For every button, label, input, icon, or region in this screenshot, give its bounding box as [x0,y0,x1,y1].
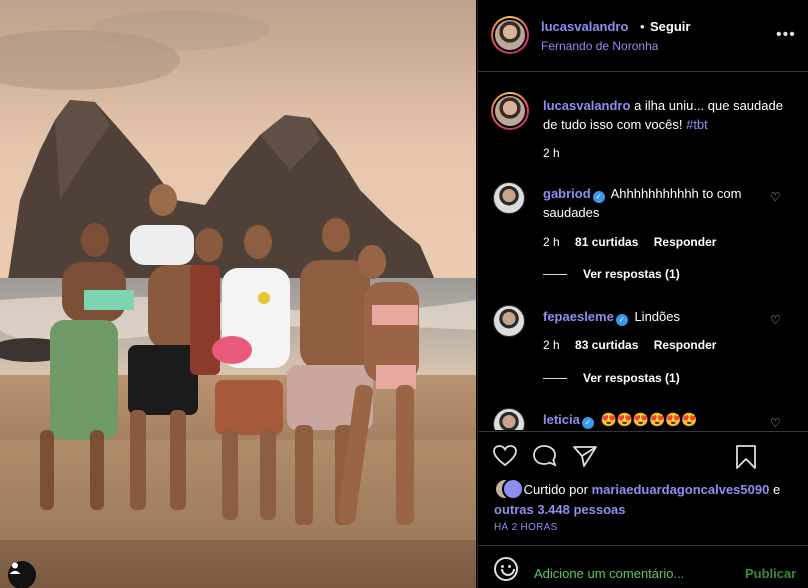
beach-photo-illustration [0,0,476,588]
like-comment-heart-icon[interactable]: ♡ [770,313,781,327]
likes-summary: Curtido por mariaeduardagoncalves5090 e … [494,478,804,519]
add-comment-bar: Adicione um comentário... Publicar [478,545,808,588]
emoji-smiley-icon[interactable] [494,557,518,581]
caption-text-block: lucasvalandro a ilha uniu... que saudade… [543,96,793,134]
comment-likes[interactable]: 81 curtidas [575,235,638,249]
view-replies-button[interactable]: Ver respostas (1) [543,267,680,281]
likes-others-link[interactable]: outras 3.448 pessoas [494,502,626,517]
more-options-icon[interactable]: ••• [776,26,796,44]
like-heart-icon[interactable] [492,444,518,468]
comment-input[interactable]: Adicione um comentário... [534,566,684,581]
replies-divider [543,274,567,276]
publish-button[interactable]: Publicar [745,566,796,581]
comment-bubble-icon[interactable] [532,444,558,468]
reply-button[interactable]: Responder [654,235,717,249]
commenter-username[interactable]: gabriod [543,186,591,201]
follow-button[interactable]: Seguir [650,19,690,34]
post-timestamp[interactable]: HÁ 2 HORAS [494,522,558,533]
view-replies-button[interactable]: Ver respostas (1) [543,371,680,385]
like-comment-heart-icon[interactable]: ♡ [770,416,781,430]
liker-username[interactable]: mariaeduardagoncalves5090 [592,482,770,497]
caption-time: 2 h [543,146,560,160]
likes-prefix: Curtido por [523,482,588,497]
comment-time: 2 h [543,338,560,352]
commenter-avatar[interactable] [493,182,525,214]
author-avatar[interactable] [491,16,529,54]
comment-text: Lindões [634,309,680,324]
caption-avatar[interactable] [491,92,529,130]
post-side-panel: lucasvalandro • Seguir Fernando de Noron… [477,0,808,588]
save-bookmark-icon[interactable] [734,444,758,470]
comment-body: gabriod ✓ Ahhhhhhhhhhh to com saudades [543,184,768,222]
comment-body: leticia ✓ 😍😍😍😍😍😍 [543,410,768,429]
separator-dot: • [640,19,645,34]
caption-username[interactable]: lucasvalandro [543,98,630,113]
commenter-avatar[interactable] [493,408,525,430]
commenter-avatar[interactable] [493,305,525,337]
comment-meta: 2 h 83 curtidas Responder [543,338,728,352]
like-comment-heart-icon[interactable]: ♡ [770,190,781,204]
caption-hashtag[interactable]: #tbt [686,117,708,132]
post-header: lucasvalandro • Seguir Fernando de Noron… [478,0,808,72]
instagram-post-view: lucasvalandro • Seguir Fernando de Noron… [0,0,808,588]
comment-likes[interactable]: 83 curtidas [575,338,638,352]
likes-connector: e [772,482,781,497]
author-username[interactable]: lucasvalandro [541,19,628,34]
comment-body: fepaesleme ✓ Lindões [543,307,768,326]
verified-badge-icon: ✓ [615,314,628,326]
commenter-username[interactable]: leticia [543,412,580,427]
replies-divider [543,378,567,380]
verified-badge-icon: ✓ [592,191,605,203]
comment-meta: 2 h 81 curtidas Responder [543,235,728,249]
comments-list[interactable]: lucasvalandro a ilha uniu... que saudade… [478,73,808,430]
post-photo[interactable] [0,0,476,588]
view-replies-label: Ver respostas (1) [583,267,680,281]
reply-button[interactable]: Responder [654,338,717,352]
verified-badge-icon: ✓ [581,417,594,429]
commenter-username[interactable]: fepaesleme [543,309,614,324]
tagged-users-icon[interactable] [8,561,36,588]
liker-avatars [494,478,524,500]
view-replies-label: Ver respostas (1) [583,371,680,385]
comment-time: 2 h [543,235,560,249]
comment-text: 😍😍😍😍😍😍 [600,412,698,427]
post-location[interactable]: Fernando de Noronha [541,39,658,53]
post-actions-section: Curtido por mariaeduardagoncalves5090 e … [478,431,808,544]
share-send-icon[interactable] [572,444,598,468]
